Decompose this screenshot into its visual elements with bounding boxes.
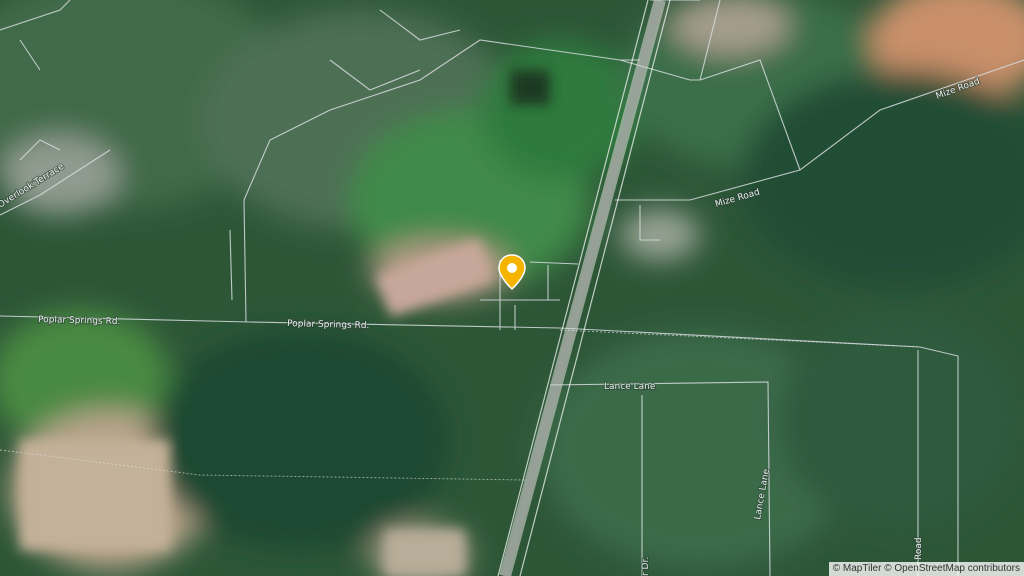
map-view[interactable]: Poplar Springs Rd. Poplar Springs Rd. Ov… [0,0,1024,576]
map-attribution: © MapTiler © OpenStreetMap contributors [828,562,1024,576]
osm-attribution-link[interactable]: © OpenStreetMap contributors [884,563,1020,574]
road-label-lance-lane: Lance Lane [604,382,656,392]
location-marker[interactable] [497,253,527,293]
maptiler-attribution-link[interactable]: © MapTiler [833,563,882,574]
road-label-partial-dr: r Dr. [641,557,651,576]
road-label-partial-road: Road [914,537,924,560]
map-pin-icon [498,254,526,291]
